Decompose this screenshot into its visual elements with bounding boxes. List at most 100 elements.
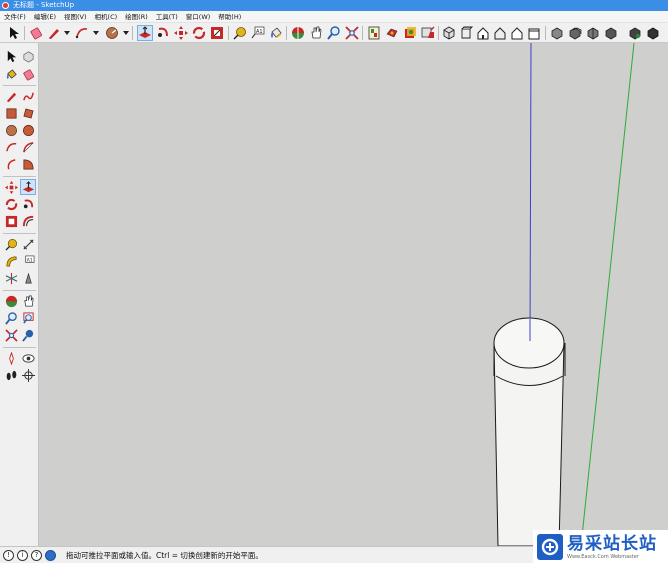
push-pull-icon[interactable] [137,25,153,41]
warehouse-icon[interactable] [420,25,436,41]
credits-icon[interactable]: i [17,549,28,561]
3d-text-icon[interactable] [20,270,36,286]
follow-me-icon[interactable] [155,25,171,41]
text-icon[interactable]: A1 [250,25,266,41]
position-camera-icon[interactable] [3,350,19,366]
top-view-icon[interactable] [458,25,474,41]
tape-measure-icon[interactable] [3,236,19,252]
user-icon[interactable]: ? [31,549,42,561]
rectangle-icon[interactable] [3,105,19,121]
iso-view-icon[interactable] [441,25,457,41]
rotated-rect-icon[interactable] [104,25,120,41]
previous-view-icon[interactable] [20,327,36,343]
right-view-icon[interactable] [492,25,508,41]
orbit-icon[interactable] [3,293,19,309]
pan-icon[interactable] [308,25,324,41]
move-icon[interactable] [173,25,189,41]
blue-axis-line [529,43,532,342]
select-icon[interactable] [6,25,22,41]
move-icon[interactable] [3,179,19,195]
paint-bucket-icon[interactable] [268,25,284,41]
text-icon[interactable]: A1 [20,253,36,269]
three-point-arc-icon[interactable] [3,156,19,172]
line-icon[interactable] [3,88,19,104]
xray-icon[interactable] [549,25,565,41]
sketchup-logo-icon [2,2,9,9]
section-plane-icon[interactable] [20,367,36,383]
make-component-icon[interactable] [20,48,36,64]
menu-draw[interactable]: 绘图(R) [121,11,152,23]
menu-camera[interactable]: 相机(C) [91,11,122,23]
arc-icon[interactable] [74,25,90,41]
model-canvas[interactable] [40,43,668,546]
polygon-icon[interactable] [20,122,36,138]
svg-text:A1: A1 [26,257,32,263]
tape-measure-icon[interactable] [232,25,248,41]
components-icon[interactable] [366,25,382,41]
orbit-icon[interactable] [290,25,306,41]
svg-text:A1: A1 [256,29,263,35]
title-bar: 无标题 - SketchUp [0,0,668,11]
arc-icon[interactable] [3,139,19,155]
hidden-line-icon[interactable] [585,25,601,41]
main-toolbar: A1 [0,23,668,43]
menu-help[interactable]: 帮助(H) [214,11,245,23]
look-around-icon[interactable] [20,350,36,366]
zoom-icon[interactable] [3,310,19,326]
front-view-icon[interactable] [475,25,491,41]
paint-bucket-icon[interactable] [3,66,19,82]
eraser-icon[interactable] [20,66,36,82]
freehand-icon[interactable] [20,88,36,104]
zoom-extents-icon[interactable] [344,25,360,41]
menu-window[interactable]: 窗口(W) [182,11,215,23]
protractor-icon[interactable] [3,253,19,269]
scale-icon[interactable] [3,213,19,229]
menu-file[interactable]: 文件(F) [0,11,30,23]
back-view-icon[interactable] [509,25,525,41]
monochrome-icon[interactable] [645,25,661,41]
axes-icon[interactable] [3,270,19,286]
styles-icon[interactable] [402,25,418,41]
drawing-viewport[interactable] [40,43,668,546]
zoom-extents-icon[interactable] [3,327,19,343]
materials-icon[interactable] [384,25,400,41]
pan-icon[interactable] [20,293,36,309]
circle-icon[interactable] [3,122,19,138]
menu-tools[interactable]: 工具(T) [152,11,182,23]
zoom-icon[interactable] [326,25,342,41]
two-point-arc-icon[interactable] [20,139,36,155]
large-tool-set: A1 [0,43,39,546]
pencil-icon[interactable] [46,25,62,41]
green-axis-line [580,43,635,546]
geo-location-icon[interactable]: ! [3,549,14,561]
rotate-icon[interactable] [191,25,207,41]
push-pull-icon[interactable] [20,179,36,195]
follow-me-icon[interactable] [20,196,36,212]
watermark-logo-icon [537,533,563,560]
menu-view[interactable]: 视图(V) [60,11,91,23]
status-message: 拖动可推拉平面或输入值。Ctrl = 切换创建新的开始平面。 [66,550,263,560]
shaded-textures-icon[interactable] [627,25,643,41]
instructor-icon[interactable] [45,549,56,561]
sketchup-window: 无标题 - SketchUp 文件(F) 编辑(E) 视图(V) 相机(C) 绘… [0,0,668,563]
arc-dropdown-icon[interactable] [93,31,99,35]
dimension-icon[interactable] [20,236,36,252]
cylinder-model [493,317,566,546]
offset-icon[interactable] [20,213,36,229]
pie-icon[interactable] [20,156,36,172]
eraser-icon[interactable] [28,25,44,41]
rotate-icon[interactable] [3,196,19,212]
wireframe-icon[interactable] [567,25,583,41]
walk-icon[interactable] [3,367,19,383]
scale-icon[interactable] [209,25,225,41]
pencil-dropdown-icon[interactable] [64,31,70,35]
shaded-icon[interactable] [603,25,619,41]
menu-edit[interactable]: 编辑(E) [30,11,60,23]
zoom-window-icon[interactable] [20,310,36,326]
watermark-subtitle: Www.Easck.Com Webmaster [567,553,639,560]
select-icon[interactable] [3,48,19,64]
left-view-icon[interactable] [526,25,542,41]
rotated-rectangle-icon[interactable] [20,105,36,121]
site-watermark: 易采站长站 Www.Easck.Com Webmaster [533,530,668,563]
shape-dropdown-icon[interactable] [123,31,129,35]
